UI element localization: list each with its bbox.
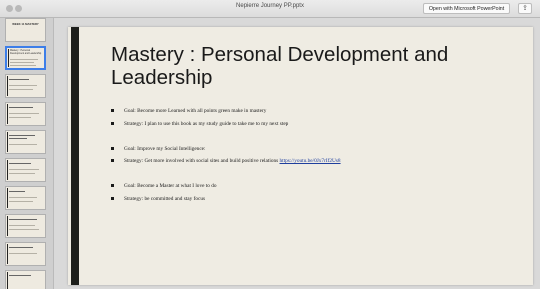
youtube-link[interactable]: https://youtu.be/0Jx7rIf2Us8: [280, 158, 341, 164]
thumbnail-bar: [7, 244, 8, 264]
thumbnail-bar: [7, 132, 8, 152]
thumbnail-line: [9, 135, 35, 136]
thumbnail-line: [9, 275, 31, 276]
thumbnail-line: [9, 225, 35, 226]
thumbnail-line: [10, 65, 36, 66]
window-titlebar: Nepierre Journey PP.pptx Open with Micro…: [0, 0, 540, 18]
slide-thumbnail-10[interactable]: [5, 270, 46, 289]
bullet-marker: [111, 147, 114, 150]
thumbnail-line: [9, 247, 33, 248]
thumbnail-line: [9, 201, 33, 202]
slide-thumbnail-5[interactable]: [5, 130, 46, 154]
slide-thumbnail-3[interactable]: [5, 74, 46, 98]
bullet-text: Strategy: Get more involved with social …: [124, 158, 280, 164]
share-button[interactable]: ⇪: [518, 3, 532, 14]
slide-thumbnail-8[interactable]: [5, 214, 46, 238]
thumbnail-line: [9, 197, 37, 198]
thumbnail-line: [9, 219, 37, 220]
thumbnail-line: [9, 138, 27, 139]
bullet-text: Goal: Become a Master at what I love to …: [124, 183, 217, 189]
thumbnail-line: [9, 89, 33, 90]
thumbnail-bar: [7, 188, 8, 208]
slide-title: Mastery : Personal Development and Leade…: [111, 43, 449, 89]
thumbnail-title: WEEK 11 MASTERY: [12, 22, 39, 26]
bullet-marker: [111, 184, 114, 187]
bullet-marker: [111, 122, 114, 125]
thumbnail-line: [9, 173, 35, 174]
bullet-text: Goal: Improve my Social Intelligence:: [124, 146, 206, 152]
bullet-text: Strategy: I plan to use this book as my …: [124, 121, 289, 127]
bullet-marker: [111, 109, 114, 112]
thumbnail-bar: [8, 49, 9, 67]
thumbnail-line: [9, 85, 37, 86]
thumbnail-line: [9, 163, 31, 164]
bullet-text-with-link: Strategy: Get more involved with social …: [124, 158, 341, 164]
thumbnail-line: [9, 117, 31, 118]
thumbnail-bar: [7, 272, 8, 289]
slide-canvas: Mastery : Personal Development and Leade…: [68, 27, 533, 285]
thumbnail-line: [9, 169, 39, 170]
slide-thumbnail-6[interactable]: [5, 158, 46, 182]
thumbnail-line: [9, 253, 37, 254]
thumbnail-title: Mastery : Personal Development and Leade…: [10, 49, 42, 55]
thumbnail-line: [9, 144, 37, 145]
slide-thumbnail-1[interactable]: WEEK 11 MASTERY: [5, 18, 46, 42]
open-with-powerpoint-button[interactable]: Open with Microsoft PowerPoint: [423, 3, 510, 14]
bullet-marker: [111, 159, 114, 162]
slide-thumbnail-4[interactable]: [5, 102, 46, 126]
thumbnail-line: [10, 62, 34, 63]
bullet-marker: [111, 197, 114, 200]
slide-thumbnail-sidebar[interactable]: WEEK 11 MASTERY Mastery : Personal Devel…: [0, 18, 54, 289]
slide-accent-bar: [71, 27, 79, 285]
slide-thumbnail-9[interactable]: [5, 242, 46, 266]
thumbnail-line: [9, 229, 39, 230]
slide-thumbnail-2[interactable]: Mastery : Personal Development and Leade…: [5, 46, 46, 70]
thumbnail-bar: [7, 104, 8, 124]
bullet-text: Goal: Become more Learned with all point…: [124, 108, 267, 114]
thumbnail-line: [9, 191, 25, 192]
thumbnail-bar: [7, 160, 8, 180]
thumbnail-line: [9, 79, 29, 80]
thumbnail-line: [9, 107, 33, 108]
thumbnail-bar: [7, 76, 8, 96]
thumbnail-line: [10, 59, 38, 60]
thumbnail-bar: [7, 216, 8, 236]
bullet-text: Strategy: be committed and stay focus: [124, 196, 206, 202]
thumbnail-line: [9, 113, 39, 114]
share-icon: ⇪: [522, 5, 528, 12]
slide-thumbnail-7[interactable]: [5, 186, 46, 210]
